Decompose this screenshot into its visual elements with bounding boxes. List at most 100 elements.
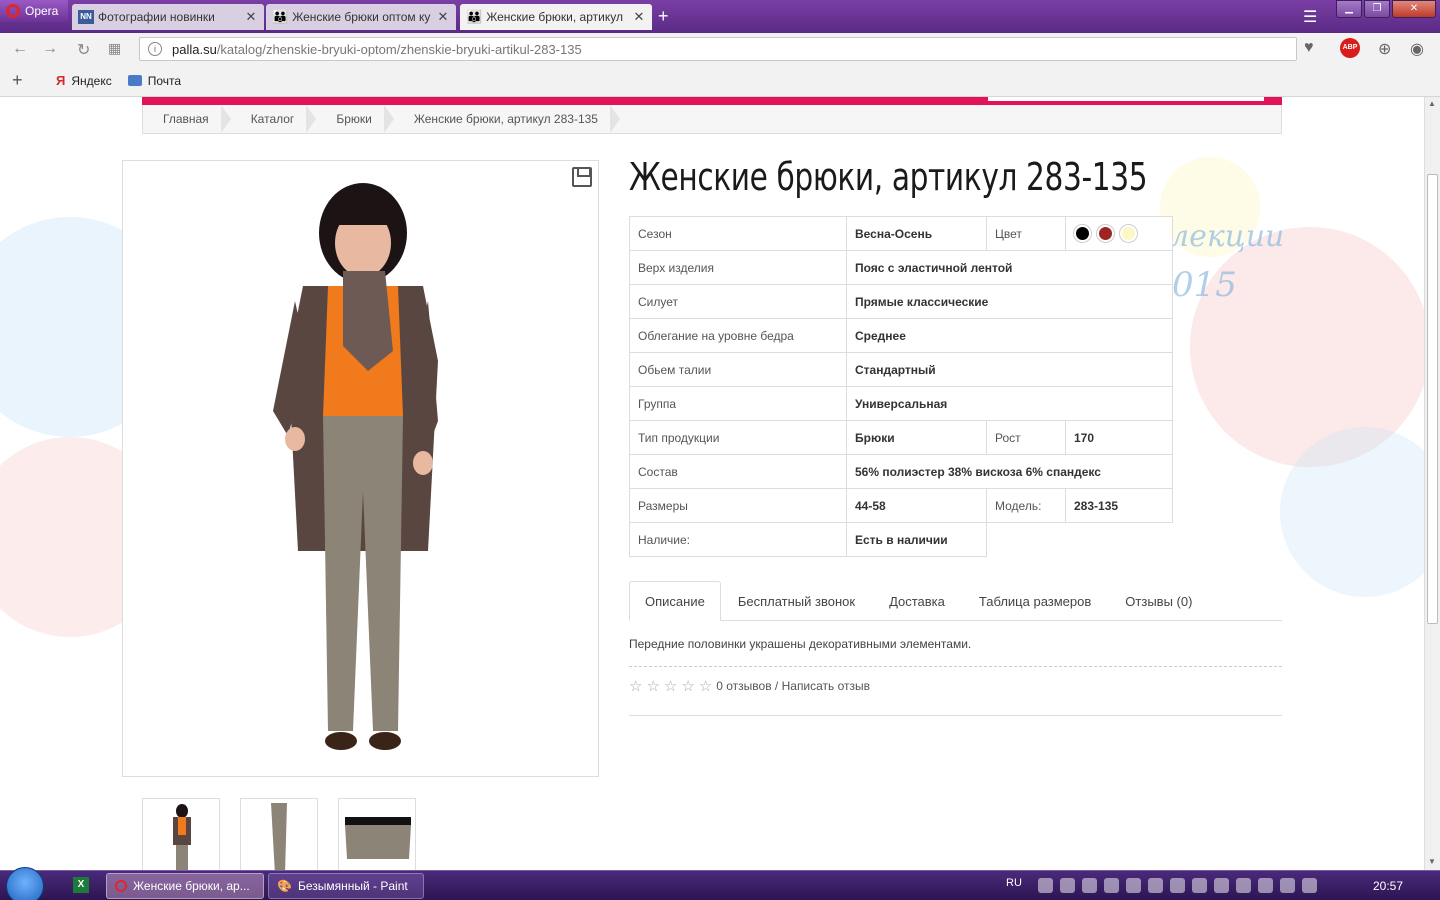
- save-floppy-icon[interactable]: [572, 167, 592, 187]
- star-icon[interactable]: ☆: [646, 677, 659, 695]
- url-input[interactable]: i palla.su/katalog/zhenskie-bryuki-optom…: [139, 37, 1297, 61]
- color-swatch-red[interactable]: [1097, 225, 1114, 242]
- tray-icon[interactable]: [1104, 878, 1119, 893]
- table-row: Наличие: Есть в наличии: [629, 522, 1173, 557]
- taskbar-opera-window[interactable]: Женские брюки, ар...: [106, 873, 264, 899]
- breadcrumb-trousers[interactable]: Брюки: [316, 105, 394, 133]
- breadcrumb: Главная Каталог Брюки Женские брюки, арт…: [142, 105, 1282, 134]
- star-icon[interactable]: ☆: [699, 677, 712, 695]
- account-icon[interactable]: ◉: [1410, 39, 1424, 59]
- table-row: Состав 56% полиэстер 38% вискоза 6% спан…: [629, 454, 1173, 489]
- language-indicator[interactable]: RU: [1006, 877, 1022, 889]
- minimize-icon[interactable]: ▁: [1336, 0, 1362, 18]
- tray-icon[interactable]: [1280, 878, 1295, 893]
- color-swatch-black[interactable]: [1074, 225, 1091, 242]
- tab-delivery[interactable]: Доставка: [872, 581, 962, 621]
- browser-tab-3-active[interactable]: 👪 Женские брюки, артикул ✕: [460, 4, 652, 30]
- tray-icon[interactable]: [1126, 878, 1141, 893]
- thumbnail-side-view[interactable]: [240, 798, 318, 870]
- browser-tab-1[interactable]: NN Фотографии новинки ✕: [72, 4, 264, 30]
- tray-icon[interactable]: [1148, 878, 1163, 893]
- add-bookmark-plus-icon[interactable]: +: [12, 70, 40, 91]
- tab-close-icon[interactable]: ✕: [244, 9, 258, 25]
- color-swatch-cream[interactable]: [1120, 225, 1137, 242]
- table-row: Облегание на уровне бедра Среднее: [629, 318, 1173, 353]
- opera-menu-label: Opera: [25, 4, 59, 18]
- tray-icon[interactable]: [1236, 878, 1251, 893]
- site-info-icon[interactable]: i: [148, 42, 162, 56]
- window-controls: ▁ ❐ ✕: [1336, 0, 1436, 18]
- page-scrollbar[interactable]: ▲ ▼: [1424, 97, 1440, 870]
- prop-label: Тип продукции: [629, 420, 847, 455]
- opera-logo-icon: [6, 4, 20, 18]
- tray-icon[interactable]: [1214, 878, 1229, 893]
- product-thumbnails: [142, 798, 416, 870]
- downloads-icon[interactable]: ⊕: [1378, 39, 1391, 59]
- new-tab-plus-icon[interactable]: +: [658, 6, 669, 27]
- bookmark-yandex[interactable]: Я Яндекс: [56, 73, 112, 88]
- people-favicon-icon: 👪: [272, 9, 289, 24]
- breadcrumb-home[interactable]: Главная: [143, 105, 231, 133]
- page-title: Женские брюки, артикул 283-135: [629, 155, 1148, 199]
- taskbar-paint-window[interactable]: 🎨 Безымянный - Paint: [268, 873, 424, 899]
- bookmark-label: Почта: [147, 73, 182, 88]
- tray-icon[interactable]: [1258, 878, 1273, 893]
- prop-label: Сезон: [629, 216, 847, 251]
- excel-icon[interactable]: X: [73, 877, 89, 893]
- tab-reviews[interactable]: Отзывы (0): [1108, 581, 1209, 621]
- tab-menu-icon[interactable]: ☰: [1303, 7, 1317, 27]
- scroll-up-arrow-icon[interactable]: ▲: [1428, 99, 1436, 108]
- tab-close-icon[interactable]: ✕: [632, 9, 646, 25]
- tray-icon[interactable]: [1060, 878, 1075, 893]
- tab-size-chart[interactable]: Таблица размеров: [962, 581, 1108, 621]
- prop-value: Весна-Осень: [846, 216, 987, 251]
- start-button-icon[interactable]: [6, 867, 44, 900]
- prop-value: Прямые классические: [846, 284, 1173, 319]
- reviews-link[interactable]: 0 отзывов / Написать отзыв: [716, 679, 870, 693]
- tray-icon[interactable]: [1082, 878, 1097, 893]
- breadcrumb-current: Женские брюки, артикул 283-135: [394, 105, 621, 133]
- tray-icon[interactable]: [1038, 878, 1053, 893]
- bookmark-label: Яндекс: [71, 73, 112, 88]
- window-close-icon[interactable]: ✕: [1392, 0, 1436, 18]
- bookmark-heart-icon[interactable]: ♥: [1304, 39, 1314, 57]
- thumbnail-fabric-detail[interactable]: [338, 798, 416, 870]
- tray-icon[interactable]: [1170, 878, 1185, 893]
- bookmark-mail[interactable]: Почта: [127, 73, 182, 88]
- background-watermark-text: лекции: [1170, 219, 1285, 254]
- divider: [629, 666, 1282, 667]
- back-arrow-icon[interactable]: ←: [12, 40, 28, 58]
- speed-dial-grid-icon[interactable]: ▦: [108, 40, 121, 57]
- prop-value: Универсальная: [846, 386, 1173, 421]
- star-icon[interactable]: ☆: [681, 677, 694, 695]
- product-description: Передние половинки украшены декоративным…: [629, 637, 972, 651]
- taskbar-app-label: Безымянный - Paint: [297, 879, 408, 893]
- prop-label: Рост: [986, 420, 1066, 455]
- tray-icon[interactable]: [1192, 878, 1207, 893]
- system-clock[interactable]: 20:57: [1373, 879, 1403, 893]
- browser-titlebar: Opera NN Фотографии новинки ✕ 👪 Женские …: [0, 0, 1440, 33]
- table-row: Группа Универсальная: [629, 386, 1173, 421]
- prop-label: Обьем талии: [629, 352, 847, 387]
- thumbnail-full-figure[interactable]: [142, 798, 220, 870]
- browser-tab-2[interactable]: 👪 Женские брюки оптом ку ✕: [266, 4, 456, 30]
- scrollbar-thumb[interactable]: [1427, 174, 1438, 624]
- reload-icon[interactable]: ↻: [77, 40, 90, 60]
- tray-icon[interactable]: [1302, 878, 1317, 893]
- tab-description[interactable]: Описание: [629, 581, 721, 621]
- tab-close-icon[interactable]: ✕: [436, 9, 450, 25]
- url-domain: palla.su: [172, 41, 217, 57]
- prop-label: Верх изделия: [629, 250, 847, 285]
- star-icon[interactable]: ☆: [664, 677, 677, 695]
- prop-value: 283-135: [1065, 488, 1173, 523]
- forward-arrow-icon[interactable]: →: [42, 40, 58, 58]
- scroll-down-arrow-icon[interactable]: ▼: [1428, 857, 1436, 866]
- star-icon[interactable]: ☆: [629, 677, 642, 695]
- product-main-photo[interactable]: [122, 160, 599, 777]
- restore-icon[interactable]: ❐: [1364, 0, 1390, 18]
- adblock-icon[interactable]: ABP: [1340, 38, 1360, 58]
- tab-free-call[interactable]: Бесплатный звонок: [721, 581, 872, 621]
- opera-menu-button[interactable]: Opera: [0, 0, 68, 22]
- breadcrumb-catalog[interactable]: Каталог: [231, 105, 317, 133]
- windows-taskbar: X Женские брюки, ар... 🎨 Безымянный - Pa…: [0, 867, 1440, 900]
